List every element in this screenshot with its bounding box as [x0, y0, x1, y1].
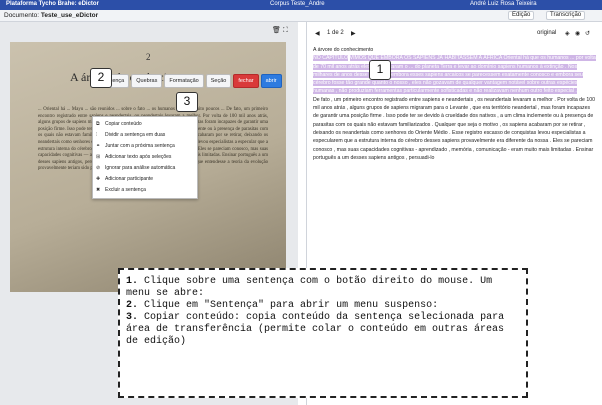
formatacao-menu-button[interactable]: Formatação — [164, 74, 204, 88]
fullscreen-icon[interactable]: ⛶ — [283, 27, 288, 34]
transcricao-button[interactable]: Transcrição — [546, 11, 586, 20]
instruction-step-2: 2. Clique em "Sentença" para abrir um me… — [126, 300, 520, 312]
user-name[interactable]: André Luiz Rosa Teixeira — [470, 1, 537, 7]
step-number: 1. — [126, 276, 139, 287]
dropdown-item-label: Adicionar texto após seleções — [105, 154, 172, 160]
instruction-step-1: 1. Clique sobre uma sentença com o botão… — [126, 276, 520, 300]
tag-icon[interactable]: ◈ — [565, 30, 570, 37]
sentence-menubar: Sentença Quebras Formatação Seção fechar… — [96, 74, 282, 90]
callout-one: 1 — [369, 60, 391, 80]
dropdown-item-label: Excluir a sentença — [105, 187, 146, 193]
page-pager: 1 de 2 — [327, 30, 344, 36]
callout-three: 3 — [176, 92, 198, 112]
document-name: Teste_use_eDictor — [40, 12, 99, 19]
ban-icon: ⊘ — [96, 165, 101, 171]
dropdown-item-copy[interactable]: ⧉ Copiar conteúdo — [93, 119, 197, 130]
fechar-button[interactable]: fechar — [233, 74, 259, 88]
user-plus-icon: ✚ — [96, 176, 101, 182]
sentence-dropdown: ⧉ Copiar conteúdo ⫶ Dividir a sentença em … — [92, 116, 198, 199]
image-tools: 🗑 ⛶ — [272, 26, 288, 35]
copy-icon: ⧉ — [96, 121, 100, 127]
step-text: Clique em "Sentença" para abrir um menu … — [144, 300, 439, 311]
dropdown-item-add-participant[interactable]: ✚ Adicionar participante — [93, 174, 197, 185]
instruction-step-3: 3. Copiar conteúdo: copia conteúdo da se… — [126, 312, 520, 348]
next-page-icon[interactable]: ▶ — [351, 30, 356, 37]
split-icon: ⫶ — [96, 132, 98, 138]
step-number: 3. — [126, 312, 139, 323]
instructions-box: 1. Clique sobre uma sentença com o botão… — [118, 268, 528, 398]
step-text: Clique sobre uma sentença com o botão di… — [126, 276, 493, 299]
join-icon: ⚭ — [96, 143, 101, 149]
document-label: Documento: Teste_use_eDictor — [4, 12, 98, 19]
editor-title-line[interactable]: A árvore do conhecimento — [313, 46, 597, 54]
editor-toolbar: ◀ 1 de 2 ▶ original ◈ ◉ ↺ — [307, 28, 602, 42]
dropdown-item-label: Copiar conteúdo — [105, 121, 142, 127]
app-header: Plataforma Tycho Brahe: eDictor Corpus T… — [0, 0, 602, 10]
page-number: 2 — [146, 52, 151, 62]
dropdown-item-join[interactable]: ⚭ Juntar com a próxima sentença — [93, 141, 197, 152]
dropdown-item-split[interactable]: ⫶ Dividir a sentença em duas — [93, 130, 197, 141]
editor-body-text[interactable]: De fato , um primeiro encontro registrad… — [313, 96, 597, 162]
dropdown-item-label: Adicionar participante — [105, 176, 154, 182]
transcricao-label: Transcrição — [550, 12, 582, 18]
undo-icon[interactable]: ↺ — [585, 30, 590, 37]
step-text: Copiar conteúdo: copia conteúdo da sente… — [126, 312, 505, 347]
dropdown-item-ignore[interactable]: ⊘ Ignorar para análise automática — [93, 163, 197, 174]
quebras-menu-button[interactable]: Quebras — [131, 74, 163, 88]
corpus-name[interactable]: Corpus Teste_Andre — [270, 1, 325, 7]
dropdown-item-label: Ignorar para análise automática — [105, 165, 176, 171]
document-label-text: Documento: — [4, 12, 40, 19]
eye-icon[interactable]: ◉ — [575, 30, 580, 37]
original-toggle[interactable]: original — [537, 30, 556, 36]
trash-icon: ✖ — [96, 187, 101, 193]
dropdown-item-label: Dividir a sentença em duas — [105, 132, 166, 138]
trash-icon[interactable]: 🗑 — [272, 27, 281, 34]
document-bar: Documento: Teste_use_eDictor Edição Tran… — [0, 10, 602, 22]
app-title: Plataforma Tycho Brahe: eDictor — [6, 1, 99, 7]
dropdown-item-label: Juntar com a próxima sentença — [105, 143, 175, 149]
dropdown-item-add-text[interactable]: ⊞ Adicionar texto após seleções — [93, 152, 197, 163]
callout-two: 2 — [90, 68, 112, 88]
tag-icon: ⊞ — [96, 154, 101, 160]
editor-text[interactable]: A árvore do conhecimento NO CAPÍTULO VIM… — [313, 46, 597, 162]
abrir-button[interactable]: abrir — [260, 74, 282, 88]
secao-menu-button[interactable]: Seção — [205, 74, 232, 88]
edicao-button[interactable]: Edição — [508, 11, 535, 20]
edicao-label: Edição — [512, 12, 531, 18]
dropdown-item-delete[interactable]: ✖ Excluir a sentença — [93, 185, 197, 196]
selected-sentence[interactable]: VIMOS QUE EMBORA OS SAPIENS JÁ HABITASSE… — [313, 55, 596, 95]
chapter-lead[interactable]: NO CAPÍTULO — [313, 55, 349, 62]
prev-page-icon[interactable]: ◀ — [315, 30, 320, 37]
step-number: 2. — [126, 300, 139, 311]
